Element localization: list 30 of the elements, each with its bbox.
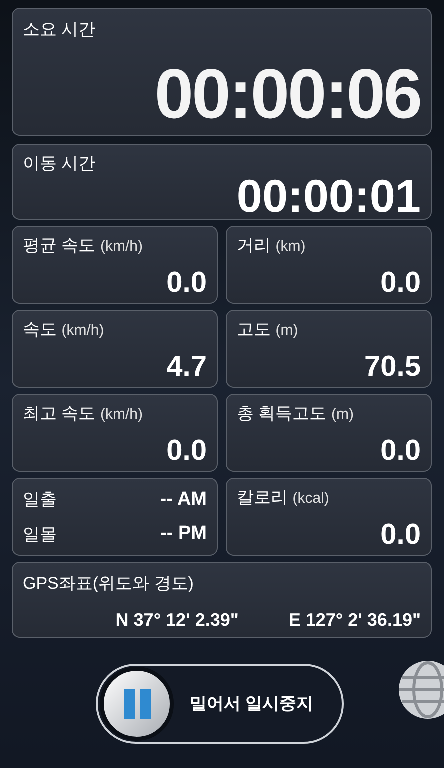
- sun-value: -- PM: [160, 522, 207, 546]
- stat-value: 0.0: [380, 268, 421, 298]
- slide-to-pause-control[interactable]: 밀어서 일시중지: [96, 664, 344, 744]
- card-label: 이동 시간: [23, 153, 96, 175]
- stat-label: 속도 (km/h): [23, 319, 104, 341]
- pause-icon: [124, 689, 150, 719]
- stat-value: 0.0: [380, 436, 421, 466]
- stat-label: 고도 (m): [237, 319, 298, 341]
- slider-label: 밀어서 일시중지: [190, 693, 314, 716]
- stat-label: 거리 (km): [237, 235, 306, 257]
- stat-label: 총 획득고도 (m): [237, 403, 354, 425]
- sun-label: 일출: [23, 489, 57, 511]
- stat-value: 0.0: [166, 436, 207, 466]
- sun-label: 일몰: [23, 524, 57, 546]
- moving-time-value: 00:00:01: [236, 172, 421, 218]
- gps-label: GPS좌표(위도와 경도): [23, 573, 194, 595]
- stat-value: 0.0: [380, 520, 421, 550]
- stat-label: 최고 속도 (km/h): [23, 403, 143, 425]
- stat-label: 평균 속도 (km/h): [23, 235, 143, 257]
- stat-value: 70.5: [364, 352, 421, 382]
- slider-thumb[interactable]: [100, 667, 174, 741]
- card-label: 소요 시간: [23, 19, 96, 41]
- stat-value: 0.0: [166, 268, 207, 298]
- globe-icon[interactable]: [398, 660, 444, 720]
- stat-value: 4.7: [166, 352, 207, 382]
- longitude-value: E 127° 2' 36.19": [288, 608, 421, 632]
- stat-label: 칼로리 (kcal): [237, 487, 330, 509]
- latitude-value: N 37° 12' 2.39": [116, 608, 239, 632]
- sun-value: -- AM: [160, 488, 207, 512]
- elapsed-time-value: 00:00:06: [154, 58, 421, 128]
